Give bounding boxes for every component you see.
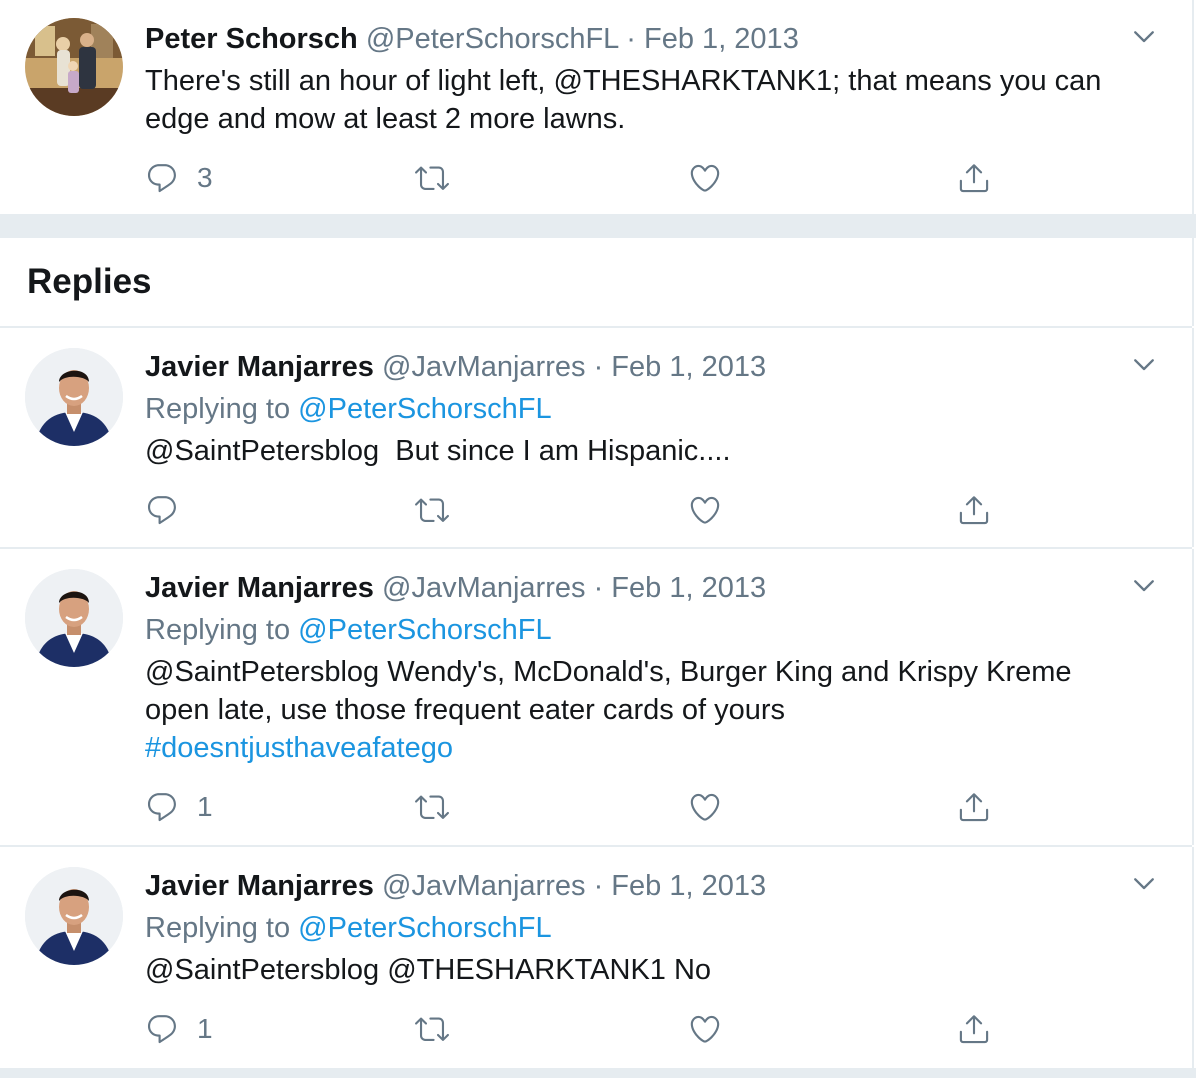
- author-name[interactable]: Javier Manjarres: [145, 572, 374, 604]
- author-handle[interactable]: @JavManjarres: [382, 572, 586, 604]
- avatar-image: [25, 18, 123, 116]
- replies-heading: Replies: [27, 262, 152, 301]
- avatar-image: [25, 569, 123, 667]
- author-name[interactable]: Peter Schorsch: [145, 23, 358, 55]
- tweet-text: There's still an hour of light left, @TH…: [145, 65, 1102, 135]
- replying-to-link[interactable]: @PeterSchorschFL: [298, 393, 551, 425]
- reply-button[interactable]: 3: [145, 158, 213, 198]
- separator-dot: ·: [626, 23, 636, 55]
- retweet-button[interactable]: [415, 787, 449, 827]
- author-name[interactable]: Javier Manjarres: [145, 870, 374, 902]
- share-button[interactable]: [957, 490, 991, 530]
- share-button[interactable]: [957, 158, 991, 198]
- reply-count: 3: [197, 162, 213, 193]
- avatar[interactable]: [25, 569, 123, 667]
- replying-to-link[interactable]: @PeterSchorschFL: [298, 614, 551, 646]
- like-button[interactable]: [688, 787, 722, 827]
- tweet-text-line: open late, use those frequent eater card…: [145, 694, 786, 726]
- separator-dot: ·: [593, 870, 604, 902]
- retweet-icon: [415, 161, 449, 195]
- separator-dot: ·: [593, 351, 604, 383]
- main-tweet[interactable]: Peter Schorsch @PeterSchorschFL · Feb 1,…: [0, 0, 1194, 214]
- tweet-actions: 1: [145, 1009, 1015, 1049]
- tweet-date[interactable]: Feb 1, 2013: [644, 23, 799, 55]
- share-button[interactable]: [957, 787, 991, 827]
- like-icon: [688, 161, 722, 195]
- avatar[interactable]: [25, 348, 123, 446]
- reply-tweet[interactable]: Javier Manjarres @JavManjarres · Feb 1, …: [0, 328, 1194, 547]
- author-handle[interactable]: @JavManjarres: [382, 870, 586, 902]
- tweet-header: Javier Manjarres @JavManjarres · Feb 1, …: [145, 571, 766, 605]
- replying-to: Replying to @PeterSchorschFL: [145, 911, 552, 945]
- chevron-down-icon[interactable]: [1130, 350, 1158, 378]
- reply-button[interactable]: [145, 490, 179, 530]
- chevron-down-icon[interactable]: [1130, 571, 1158, 599]
- replying-prefix: Replying to: [145, 614, 299, 646]
- chevron-down-icon[interactable]: [1130, 869, 1158, 897]
- retweet-button[interactable]: [415, 490, 449, 530]
- like-button[interactable]: [688, 158, 722, 198]
- tweet-text-line: @SaintPetersblog Wendy's, McDonald's, Bu…: [145, 656, 1072, 688]
- reply-count: 1: [197, 791, 213, 822]
- retweet-icon: [415, 493, 449, 527]
- replying-to: Replying to @PeterSchorschFL: [145, 613, 552, 647]
- author-handle[interactable]: @JavManjarres: [382, 351, 586, 383]
- like-button[interactable]: [688, 1009, 722, 1049]
- tweet-text: @SaintPetersblog Wendy's, McDonald's, Bu…: [145, 653, 1145, 767]
- like-icon: [688, 493, 722, 527]
- reply-button[interactable]: 1: [145, 1009, 213, 1049]
- replies-section-header: [0, 238, 1194, 326]
- tweet-text: @SaintPetersblog @THESHARKTANK1 No: [145, 954, 712, 986]
- retweet-button[interactable]: [415, 1009, 449, 1049]
- author-handle[interactable]: @PeterSchorschFL: [366, 23, 618, 55]
- tweet-header: Peter Schorsch @PeterSchorschFL · Feb 1,…: [145, 22, 799, 56]
- avatar-image: [25, 348, 123, 446]
- retweet-icon: [415, 790, 449, 824]
- separator-dot: ·: [593, 572, 604, 604]
- section-gap: [0, 1068, 1196, 1078]
- reply-icon: [145, 1012, 179, 1046]
- tweet-date[interactable]: Feb 1, 2013: [611, 870, 766, 902]
- retweet-icon: [415, 1012, 449, 1046]
- avatar-image: [25, 867, 123, 965]
- tweet-header: Javier Manjarres @JavManjarres · Feb 1, …: [145, 869, 766, 903]
- like-button[interactable]: [688, 490, 722, 530]
- reply-icon: [145, 161, 179, 195]
- replying-prefix: Replying to: [145, 393, 299, 425]
- reply-icon: [145, 790, 179, 824]
- reply-count: 1: [197, 1013, 213, 1044]
- replying-to-link[interactable]: @PeterSchorschFL: [298, 912, 551, 944]
- replying-to: Replying to @PeterSchorschFL: [145, 392, 552, 426]
- reply-tweet[interactable]: Javier Manjarres @JavManjarres · Feb 1, …: [0, 847, 1194, 1068]
- tweet-header: Javier Manjarres @JavManjarres · Feb 1, …: [145, 350, 766, 384]
- like-icon: [688, 790, 722, 824]
- avatar[interactable]: [25, 867, 123, 965]
- tweet-text: @SaintPetersblog But since I am Hispanic…: [145, 435, 731, 467]
- replying-prefix: Replying to: [145, 912, 299, 944]
- tweet-actions: 1: [145, 787, 1015, 827]
- author-name[interactable]: Javier Manjarres: [145, 351, 374, 383]
- tweet-date[interactable]: Feb 1, 2013: [611, 351, 766, 383]
- share-icon: [957, 1012, 991, 1046]
- like-icon: [688, 1012, 722, 1046]
- hashtag-link[interactable]: #doesntjusthaveafatego: [145, 729, 1145, 767]
- reply-tweet[interactable]: Javier Manjarres @JavManjarres · Feb 1, …: [0, 549, 1194, 845]
- share-icon: [957, 493, 991, 527]
- tweet-actions: [145, 490, 1015, 530]
- reply-icon: [145, 493, 179, 527]
- share-button[interactable]: [957, 1009, 991, 1049]
- chevron-down-icon[interactable]: [1130, 22, 1158, 50]
- share-icon: [957, 790, 991, 824]
- share-icon: [957, 161, 991, 195]
- tweet-date[interactable]: Feb 1, 2013: [611, 572, 766, 604]
- section-gap: [0, 214, 1196, 238]
- avatar[interactable]: [25, 18, 123, 116]
- retweet-button[interactable]: [415, 158, 449, 198]
- reply-button[interactable]: 1: [145, 787, 213, 827]
- tweet-actions: 3: [145, 158, 1015, 198]
